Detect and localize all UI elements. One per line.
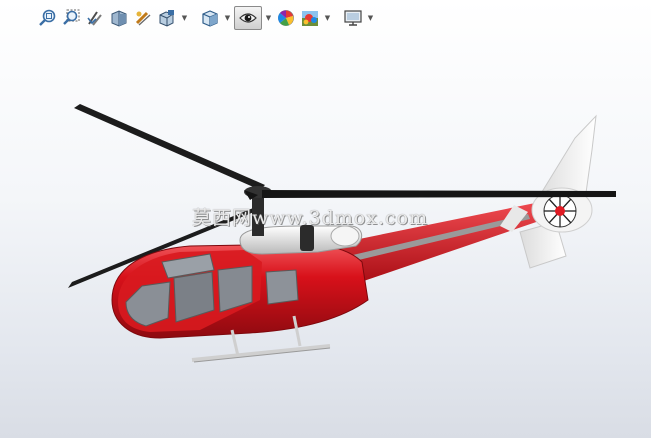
graphics-area[interactable]: ▼ ▼ ▼ ▼ ▼ 莫西网www.3dmox.com <box>0 0 651 438</box>
door-window <box>265 269 299 305</box>
tail-rotor-hub <box>555 206 565 216</box>
vertical-fin <box>536 114 597 201</box>
watermark: 莫西网www.3dmox.com <box>192 207 429 229</box>
rotor-blade <box>262 190 616 198</box>
rotor-blade <box>74 104 265 190</box>
